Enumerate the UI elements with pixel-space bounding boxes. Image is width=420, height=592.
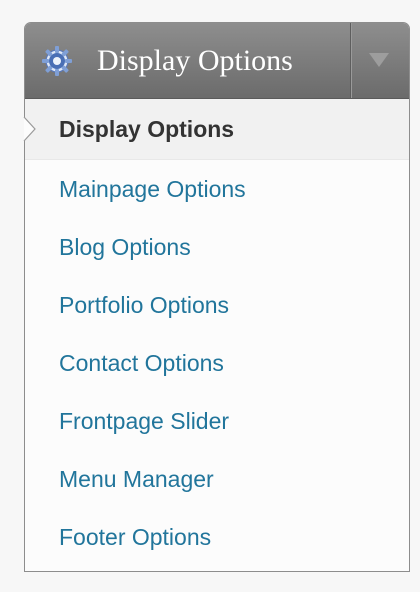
menu-item-mainpage-options[interactable]: Mainpage Options [25, 160, 409, 218]
display-options-menu: Display Options Display Options Mainpage… [23, 22, 410, 572]
menu-item-label: Footer Options [59, 523, 212, 550]
menu-item-label: Portfolio Options [59, 291, 230, 318]
menu-item-frontpage-slider[interactable]: Frontpage Slider [25, 392, 409, 450]
menu-item-label: Blog Options [59, 233, 191, 260]
menu-item-label: Mainpage Options [59, 175, 246, 202]
menu-item-contact-options[interactable]: Contact Options [25, 334, 409, 392]
menu-item-label: Contact Options [59, 349, 224, 376]
options-list: Display Options Mainpage Options Blog Op… [23, 99, 409, 566]
menu-item-footer-options[interactable]: Footer Options [25, 508, 409, 566]
menu-item-menu-manager[interactable]: Menu Manager [25, 450, 409, 508]
triangle-down-icon [369, 53, 389, 67]
menu-item-label: Frontpage Slider [59, 407, 230, 434]
menu-item-label: Display Options [59, 115, 235, 142]
menu-item-label: Menu Manager [59, 465, 214, 492]
menu-toggle-button[interactable] [350, 23, 409, 98]
current-pointer-icon [23, 116, 36, 142]
menu-item-blog-options[interactable]: Blog Options [25, 218, 409, 276]
menu-item-display-options[interactable]: Display Options [23, 99, 409, 160]
menu-title: Display Options [97, 44, 293, 77]
gear-icon [41, 45, 73, 77]
menu-item-portfolio-options[interactable]: Portfolio Options [25, 276, 409, 334]
menu-header[interactable]: Display Options [25, 23, 409, 99]
